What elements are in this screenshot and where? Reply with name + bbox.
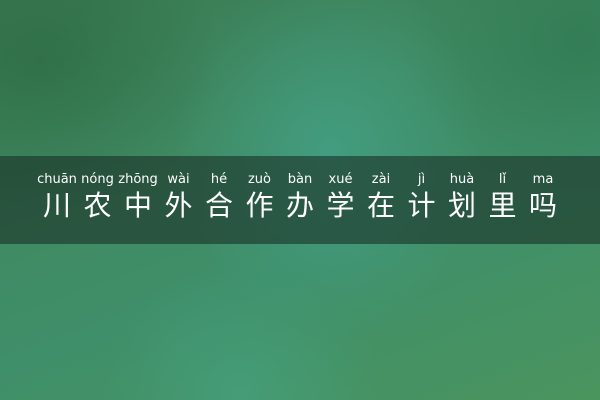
title-char: zài 在 [362,172,400,224]
title-char: zuò 作 [241,172,279,224]
hanzi-char: 办 [285,189,314,222]
pinyin-label: zuò [247,172,272,187]
pinyin-label: chuān [37,172,77,187]
title-char: bàn 办 [281,172,319,224]
hanzi-char: 农 [83,189,112,222]
title-char: huà 划 [443,172,481,224]
hanzi-char: 在 [366,189,395,222]
pinyin-label: lǐ [498,172,507,187]
pinyin-label: zài [371,172,391,187]
hanzi-char: 外 [164,189,193,222]
pinyin-label: jì [417,172,426,187]
pinyin-label: bàn [287,172,313,187]
hanzi-char: 里 [488,189,517,222]
pinyin-label: zhōng [118,172,158,187]
page-title: chuān 川 nóng 农 zhōng 中 wài 外 hé 合 zuò 作 … [37,172,562,224]
pinyin-label: ma [532,172,554,187]
title-char: wài 外 [160,172,198,224]
pinyin-label: nóng [81,172,114,187]
pinyin-label: xué [328,172,353,187]
title-char: xué 学 [322,172,360,224]
hanzi-char: 作 [245,189,274,222]
title-char: chuān 川 [37,172,77,224]
pinyin-label: huà [449,172,475,187]
hanzi-char: 吗 [528,189,557,222]
hanzi-char: 学 [326,189,355,222]
title-char: hé 合 [200,172,238,224]
title-char: nóng 农 [79,172,117,224]
pinyin-label: wài [167,172,190,187]
hanzi-char: 中 [123,189,152,222]
hanzi-char: 划 [447,189,476,222]
title-char: lǐ 里 [484,172,522,224]
hanzi-char: 川 [42,189,71,222]
pinyin-label: hé [210,172,228,187]
hanzi-char: 计 [407,189,436,222]
title-char: jì 计 [403,172,441,224]
title-char: zhōng 中 [118,172,158,224]
title-char: ma 吗 [524,172,562,224]
hanzi-char: 合 [204,189,233,222]
